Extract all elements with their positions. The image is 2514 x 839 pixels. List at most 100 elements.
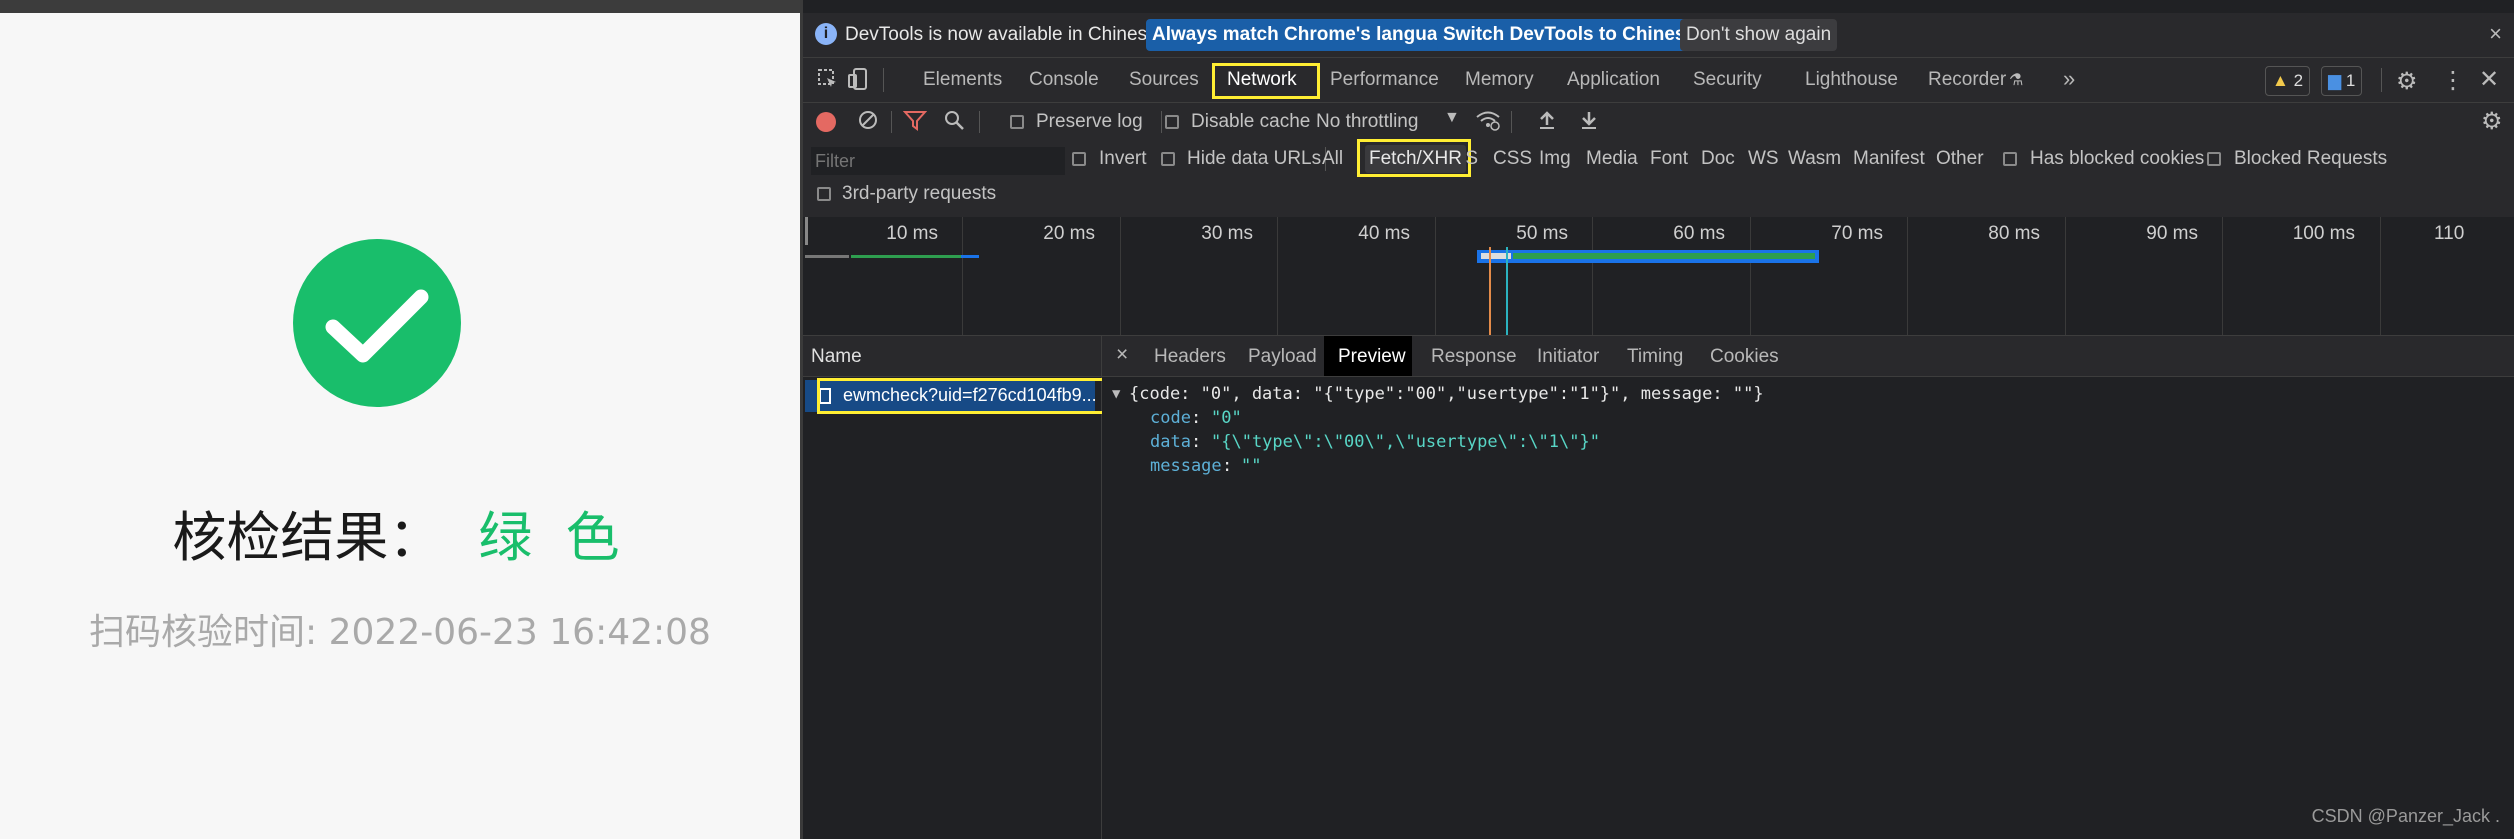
third-party-requests-checkbox[interactable]: [817, 187, 831, 201]
preview-message-value: "": [1241, 456, 1262, 476]
tab-memory[interactable]: Memory: [1465, 69, 1534, 91]
settings-gear-icon[interactable]: ⚙: [2396, 67, 2418, 96]
type-filter-manifest[interactable]: Manifest: [1853, 148, 1925, 170]
scan-time: 扫码核验时间: 2022-06-23 16:42:08: [89, 612, 711, 653]
import-har-icon[interactable]: [1537, 108, 1557, 136]
tick-line: [2222, 217, 2223, 335]
network-toolbar: Preserve log Disable cache No throttling…: [803, 103, 2514, 142]
type-filter-all[interactable]: All: [1322, 148, 1343, 170]
tick-label: 20 ms: [1043, 223, 1095, 244]
clear-icon[interactable]: [857, 109, 879, 137]
always-match-language-button[interactable]: Always match Chrome's language: [1146, 19, 1466, 51]
device-toolbar-icon[interactable]: [847, 67, 869, 97]
fetch-xhr-highlight: [1357, 139, 1471, 177]
result-line: 核检结果： 绿 色: [0, 493, 800, 572]
warnings-count: 2: [2293, 71, 2304, 90]
tab-performance[interactable]: Performance: [1330, 69, 1439, 91]
dom-content-loaded-marker: [1489, 247, 1491, 335]
preview-message-key: message: [1150, 456, 1222, 476]
has-blocked-cookies-checkbox[interactable]: [2003, 152, 2017, 166]
timeline-bar: [851, 255, 961, 258]
preview-code-key: code: [1150, 408, 1191, 428]
type-filter-doc[interactable]: Doc: [1701, 148, 1735, 170]
type-filter-ws[interactable]: WS: [1748, 148, 1779, 170]
record-icon[interactable]: [816, 112, 836, 132]
disable-cache-checkbox[interactable]: [1165, 115, 1179, 129]
third-party-requests-label: 3rd-party requests: [842, 183, 997, 204]
has-blocked-cookies-label: Has blocked cookies: [2030, 148, 2205, 169]
detail-tab-preview[interactable]: Preview: [1338, 346, 1406, 368]
network-timeline-overview[interactable]: 10 ms 20 ms 30 ms 40 ms 50 ms 60 ms 70 m…: [803, 217, 2514, 336]
type-filter-wasm[interactable]: Wasm: [1788, 148, 1841, 170]
more-tabs-button[interactable]: »: [2063, 66, 2075, 92]
kebab-menu-icon[interactable]: ⋮: [2441, 66, 2465, 95]
tick-label: 30 ms: [1201, 223, 1253, 244]
detail-tab-headers[interactable]: Headers: [1154, 346, 1226, 368]
toolbar-separator: [1161, 111, 1162, 133]
search-icon[interactable]: [943, 109, 965, 137]
warning-icon: ▲: [2272, 71, 2289, 90]
type-filter-css[interactable]: CSS: [1493, 148, 1532, 170]
tick-label: 70 ms: [1831, 223, 1883, 244]
type-filter-other[interactable]: Other: [1936, 148, 1984, 170]
request-detail-panel: × Headers Payload Preview Response Initi…: [1102, 336, 2514, 839]
detail-tab-response[interactable]: Response: [1431, 346, 1517, 368]
close-detail-icon[interactable]: ×: [1116, 343, 1128, 367]
throttling-select[interactable]: No throttling: [1316, 111, 1418, 133]
filter-input[interactable]: [811, 147, 1065, 175]
request-highlight: [817, 378, 1113, 414]
inspect-element-icon[interactable]: [817, 68, 839, 96]
tab-separator: [2381, 68, 2382, 92]
close-icon[interactable]: ×: [2489, 21, 2502, 47]
detail-tab-timing[interactable]: Timing: [1627, 346, 1683, 368]
network-settings-gear-icon[interactable]: ⚙: [2481, 107, 2503, 136]
preserve-log-checkbox[interactable]: [1010, 115, 1024, 129]
close-devtools-icon[interactable]: ✕: [2479, 65, 2499, 94]
expand-triangle-icon[interactable]: ▼: [1112, 386, 1120, 402]
result-label: 核检结果：: [172, 506, 443, 569]
tick-line: [1277, 217, 1278, 335]
tab-application[interactable]: Application: [1567, 69, 1660, 91]
preview-code-value: "0": [1211, 408, 1242, 428]
name-column-header[interactable]: Name: [803, 336, 1101, 377]
export-har-icon[interactable]: [1579, 108, 1599, 136]
message-icon: ▆: [2328, 71, 2342, 90]
messages-badge[interactable]: ▆ 1: [2321, 66, 2363, 96]
tab-console[interactable]: Console: [1029, 69, 1099, 91]
detail-tab-cookies[interactable]: Cookies: [1710, 346, 1779, 368]
invert-checkbox[interactable]: [1072, 152, 1086, 166]
dont-show-again-button[interactable]: Don't show again: [1680, 19, 1838, 51]
toolbar-separator: [979, 111, 980, 133]
colon: :: [1222, 456, 1233, 476]
tab-recorder[interactable]: Recorder: [1928, 69, 2006, 91]
timeline-handle[interactable]: [805, 217, 808, 245]
toolbar-separator: [891, 111, 892, 133]
chevron-down-icon[interactable]: ▼: [1444, 109, 1460, 127]
tab-separator: [883, 68, 884, 92]
type-filter-font[interactable]: Font: [1650, 148, 1688, 170]
detail-tab-initiator[interactable]: Initiator: [1537, 346, 1599, 368]
warnings-badge[interactable]: ▲ 2: [2265, 66, 2311, 96]
preview-summary: {code: "0", data: "{"type":"00","usertyp…: [1129, 384, 1764, 404]
colon: :: [1191, 432, 1202, 452]
tab-elements[interactable]: Elements: [923, 69, 1002, 91]
tab-lighthouse[interactable]: Lighthouse: [1805, 69, 1898, 91]
switch-to-chinese-button[interactable]: Switch DevTools to Chinese: [1437, 19, 1703, 51]
hide-data-urls-checkbox[interactable]: [1161, 152, 1175, 166]
tick-line: [1750, 217, 1751, 335]
tab-sources[interactable]: Sources: [1129, 69, 1199, 91]
tick-line: [1907, 217, 1908, 335]
preview-data-key: data: [1150, 432, 1191, 452]
tick-line: [1592, 217, 1593, 335]
tab-security[interactable]: Security: [1693, 69, 1762, 91]
network-conditions-icon[interactable]: [1475, 108, 1501, 138]
blocked-requests-checkbox[interactable]: [2207, 152, 2221, 166]
filter-icon[interactable]: [902, 109, 928, 137]
blocked-requests-label: Blocked Requests: [2234, 148, 2388, 169]
language-infobar: i DevTools is now available in Chinese! …: [803, 13, 2514, 58]
type-filter-media[interactable]: Media: [1586, 148, 1638, 170]
detail-tab-payload[interactable]: Payload: [1248, 346, 1317, 368]
type-filter-img[interactable]: Img: [1539, 148, 1571, 170]
type-filter-js[interactable]: JS: [1466, 148, 1478, 170]
tick-label: 90 ms: [2146, 223, 2198, 244]
